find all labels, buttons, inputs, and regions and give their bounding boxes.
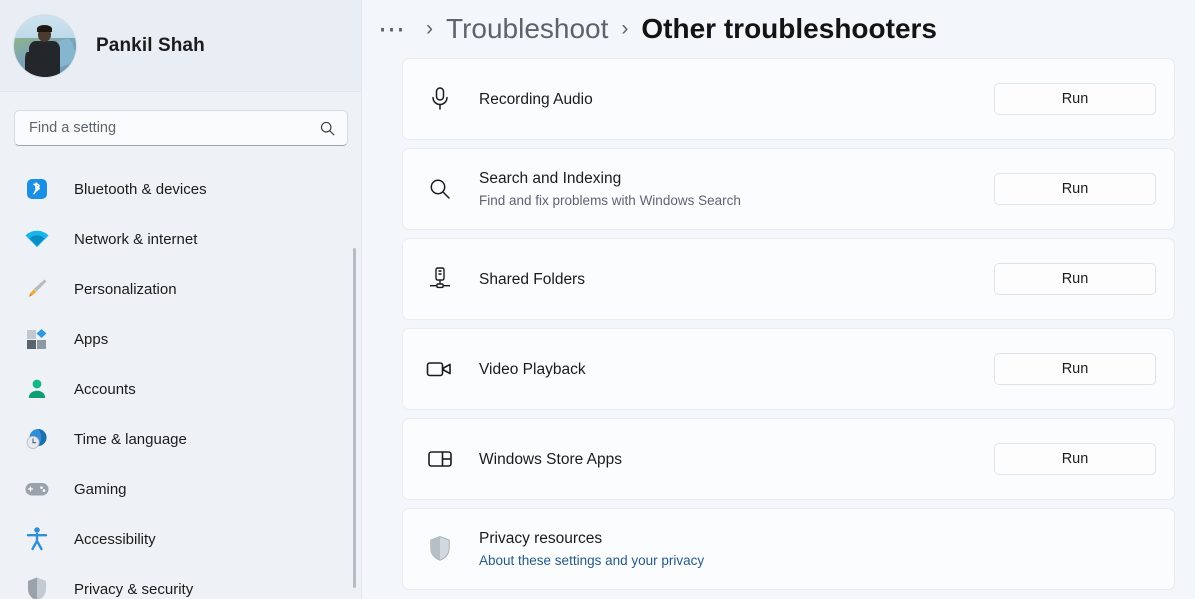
sidebar: Pankil Shah Bluetooth & devices: [0, 0, 362, 599]
search-input[interactable]: [29, 120, 319, 136]
run-button[interactable]: Run: [994, 443, 1156, 475]
accessibility-person-icon: [24, 526, 50, 552]
breadcrumb-parent-link[interactable]: Troubleshoot: [446, 13, 608, 45]
troubleshooter-row[interactable]: Search and Indexing Find and fix problem…: [402, 148, 1175, 230]
sidebar-item-network-internet[interactable]: Network & internet: [0, 214, 362, 264]
chevron-right-icon: ›: [426, 17, 433, 40]
gamepad-icon: [24, 476, 50, 502]
troubleshooter-text: Video Playback: [479, 359, 994, 380]
settings-window: Pankil Shah Bluetooth & devices: [0, 0, 1195, 599]
troubleshooter-row[interactable]: Windows Store Apps Run: [402, 418, 1175, 500]
search-icon: [320, 121, 335, 135]
search-box[interactable]: [14, 110, 348, 146]
sidebar-scrollbar[interactable]: [353, 248, 356, 588]
breadcrumb-overflow-icon[interactable]: ⋯: [372, 16, 413, 43]
search-icon: [425, 174, 455, 204]
microphone-icon: [425, 84, 455, 114]
sidebar-item-label: Personalization: [74, 280, 177, 298]
troubleshooter-text: Search and Indexing Find and fix problem…: [479, 168, 994, 211]
sidebar-item-accessibility[interactable]: Accessibility: [0, 514, 362, 564]
troubleshooter-title: Recording Audio: [479, 90, 593, 108]
troubleshooter-row[interactable]: Recording Audio Run: [402, 58, 1175, 140]
main-content: ⋯ › Troubleshoot › Other troubleshooters…: [362, 0, 1195, 599]
troubleshooter-title: Windows Store Apps: [479, 450, 623, 468]
store-apps-icon: [425, 444, 455, 474]
profile-header[interactable]: Pankil Shah: [0, 0, 362, 92]
chevron-right-icon: ›: [621, 17, 629, 40]
bluetooth-icon: [24, 176, 50, 202]
troubleshooter-text: Shared Folders: [479, 269, 994, 290]
page-title: Other troubleshooters: [641, 13, 937, 44]
profile-name: Pankil Shah: [96, 34, 205, 56]
shield-icon: [24, 576, 50, 599]
privacy-resources-row: Privacy resources About these settings a…: [402, 508, 1175, 590]
run-button[interactable]: Run: [994, 263, 1156, 295]
sidebar-nav: Bluetooth & devices Network & internet P…: [0, 156, 362, 599]
troubleshooter-list: Recording Audio Run Search and Indexing …: [362, 58, 1195, 590]
avatar: [14, 14, 76, 77]
shared-folders-server-icon: [425, 264, 455, 294]
run-button[interactable]: Run: [994, 83, 1156, 115]
troubleshooter-subtitle: Find and fix problems with Windows Searc…: [479, 192, 741, 208]
sidebar-item-accounts[interactable]: Accounts: [0, 364, 362, 414]
sidebar-item-label: Privacy & security: [74, 580, 194, 598]
search-container: [0, 92, 362, 156]
troubleshooter-text: Windows Store Apps: [479, 449, 994, 470]
sidebar-item-privacy-security[interactable]: Privacy & security: [0, 564, 362, 599]
troubleshooter-row[interactable]: Video Playback Run: [402, 328, 1175, 410]
sidebar-item-gaming[interactable]: Gaming: [0, 464, 362, 514]
breadcrumb: ⋯ › Troubleshoot › Other troubleshooters: [362, 0, 1195, 58]
sidebar-item-label: Bluetooth & devices: [74, 180, 207, 198]
sidebar-item-bluetooth-devices[interactable]: Bluetooth & devices: [0, 164, 362, 214]
sidebar-item-label: Network & internet: [74, 230, 198, 248]
apps-grid-icon: [24, 326, 50, 352]
troubleshooter-title: Shared Folders: [479, 270, 585, 288]
privacy-resources-title: Privacy resources: [479, 529, 603, 547]
sidebar-item-label: Accounts: [74, 380, 136, 398]
sidebar-item-label: Gaming: [74, 480, 127, 498]
privacy-resources-text: Privacy resources About these settings a…: [479, 528, 1156, 571]
troubleshooter-row[interactable]: Shared Folders Run: [402, 238, 1175, 320]
sidebar-item-label: Apps: [74, 330, 109, 348]
troubleshooter-title: Search and Indexing: [479, 169, 622, 187]
troubleshooter-title: Video Playback: [479, 360, 586, 378]
run-button[interactable]: Run: [994, 173, 1156, 205]
wifi-icon: [24, 226, 50, 252]
shield-icon: [425, 534, 455, 564]
sidebar-item-personalization[interactable]: Personalization: [0, 264, 362, 314]
sidebar-item-apps[interactable]: Apps: [0, 314, 362, 364]
sidebar-item-label: Time & language: [74, 430, 187, 448]
troubleshooter-text: Recording Audio: [479, 89, 994, 110]
sidebar-item-time-language[interactable]: Time & language: [0, 414, 362, 464]
run-button[interactable]: Run: [994, 353, 1156, 385]
paintbrush-icon: [24, 276, 50, 302]
video-camera-icon: [425, 354, 455, 384]
sidebar-item-label: Accessibility: [74, 530, 156, 548]
clock-globe-icon: [24, 426, 50, 452]
privacy-settings-link[interactable]: About these settings and your privacy: [479, 551, 1156, 571]
person-icon: [24, 376, 50, 402]
